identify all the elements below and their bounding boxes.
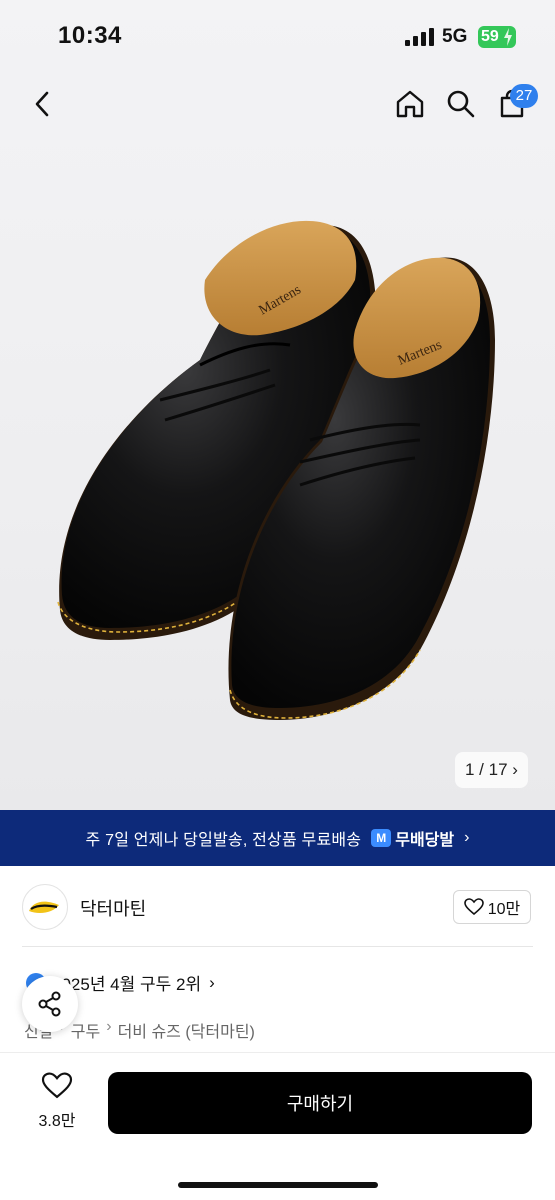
wishlist-count: 3.8만 bbox=[38, 1113, 76, 1130]
chevron-right-icon: › bbox=[512, 760, 518, 779]
battery-indicator: 59 bbox=[478, 26, 516, 48]
buy-button[interactable]: 구매하기 bbox=[108, 1072, 532, 1134]
page-indicator-text: 1 / 17 bbox=[465, 760, 508, 779]
heart-icon bbox=[463, 898, 484, 916]
network-label: 5G bbox=[442, 26, 468, 47]
promo-text: 주 7일 언제나 당일발송, 전상품 무료배송 bbox=[85, 832, 362, 849]
home-button[interactable] bbox=[390, 84, 430, 124]
brand-logo-mark bbox=[29, 901, 59, 913]
breadcrumb-item[interactable]: 더비 슈즈 (닥터마틴) bbox=[118, 1018, 255, 1042]
signal-icon bbox=[405, 28, 434, 46]
product-image[interactable]: Martens Martens bbox=[0, 140, 555, 790]
heart-icon bbox=[41, 1072, 73, 1099]
divider bbox=[22, 946, 533, 947]
delivery-promo-banner[interactable]: 주 7일 언제나 당일발송, 전상품 무료배송 M 무배당발 › bbox=[0, 810, 555, 866]
promo-logo: M 무배당발 bbox=[371, 826, 454, 850]
share-icon bbox=[38, 991, 61, 1017]
status-time: 10:34 bbox=[58, 22, 122, 49]
wishlist-button[interactable]: 3.8만 bbox=[30, 1072, 84, 1131]
chevron-right-icon: › bbox=[464, 829, 470, 846]
search-button[interactable] bbox=[441, 84, 481, 124]
back-icon bbox=[35, 91, 49, 117]
home-icon bbox=[396, 90, 424, 118]
search-icon bbox=[447, 90, 475, 118]
charging-icon bbox=[504, 28, 512, 46]
home-indicator bbox=[178, 1182, 378, 1188]
promo-logo-text: 무배당발 bbox=[395, 832, 455, 849]
brand-name[interactable]: 닥터마틴 bbox=[80, 895, 146, 921]
image-page-indicator[interactable]: 1 / 17 › bbox=[455, 752, 528, 788]
brand-like-button[interactable]: 10만 bbox=[453, 890, 531, 924]
chevron-right-icon: › bbox=[209, 972, 215, 992]
breadcrumb-separator: › bbox=[106, 1018, 112, 1035]
brand-like-count: 10만 bbox=[487, 901, 521, 918]
battery-level: 59 bbox=[481, 28, 499, 45]
status-bar: 10:34 5G 59 bbox=[0, 0, 555, 70]
cart-count-badge: 27 bbox=[510, 84, 538, 108]
back-button[interactable] bbox=[22, 82, 62, 126]
promo-logo-mark: M bbox=[371, 829, 392, 847]
breadcrumb-item[interactable]: 구두 bbox=[71, 1018, 100, 1042]
brand-logo[interactable] bbox=[22, 884, 68, 930]
share-button[interactable] bbox=[22, 976, 78, 1032]
